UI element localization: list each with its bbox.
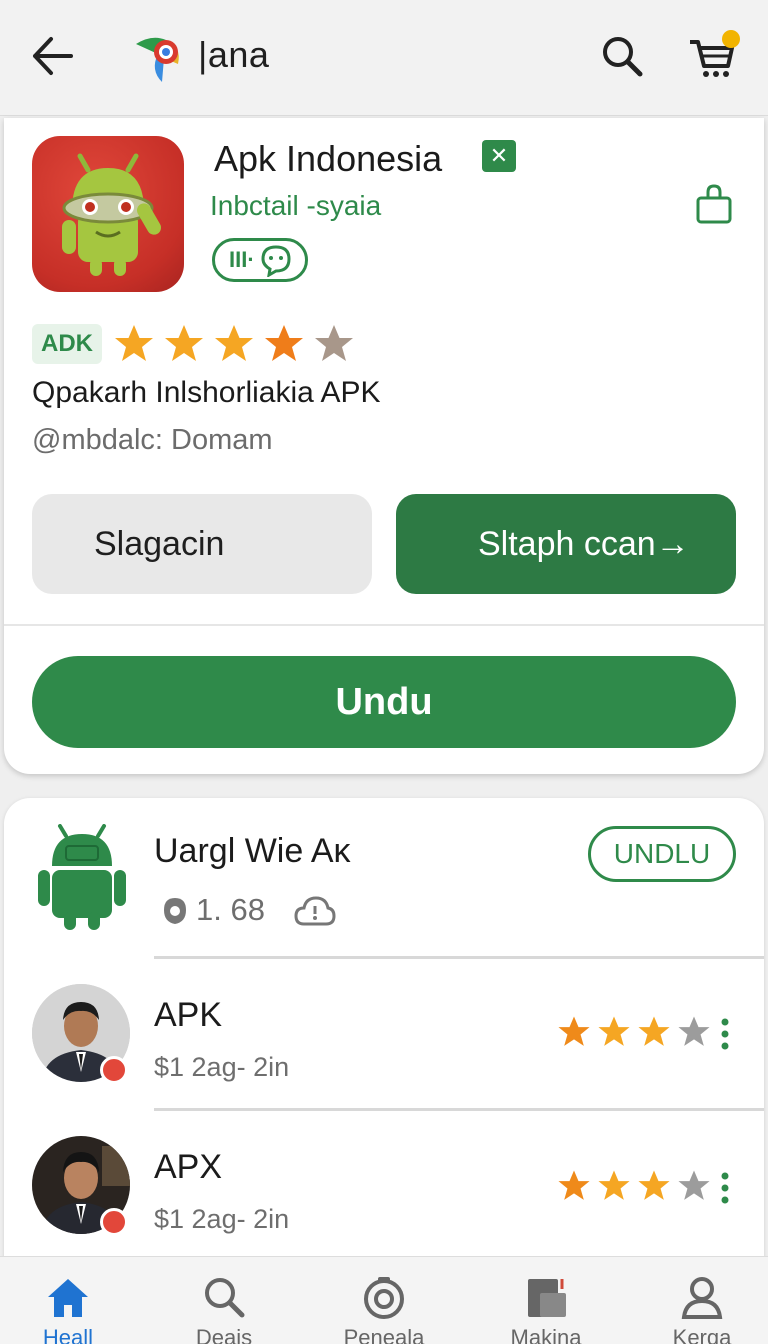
app-subtitle: Qpakarh Inlshorliakia APK	[32, 376, 381, 409]
developer-link[interactable]: Inbctail -syaia	[210, 190, 381, 222]
secondary-button[interactable]: Slagacin	[32, 494, 372, 594]
download-count-icon	[164, 898, 186, 924]
list-item[interactable]: APX $1 2ag- 2in	[4, 1112, 764, 1268]
nav-label: Deais	[195, 1325, 253, 1344]
search-icon	[205, 1278, 245, 1318]
nav-item-folder[interactable]: Makina	[484, 1257, 604, 1344]
app-rating	[112, 322, 356, 366]
android-icon	[38, 824, 126, 930]
star-empty-icon	[678, 1170, 710, 1200]
top-bar: |ana	[0, 0, 768, 116]
divider	[154, 1108, 764, 1111]
list-item-title: APK	[154, 996, 223, 1034]
app-icon	[32, 136, 184, 292]
star-icon	[598, 1016, 630, 1046]
list-item[interactable]: APK $1 2ag- 2in	[4, 958, 764, 1110]
item-rating	[556, 1014, 712, 1050]
nav-item-profile[interactable]: Kerqa	[640, 1257, 760, 1344]
more-vertical-icon[interactable]	[718, 1016, 732, 1052]
category-badge: ADK	[32, 324, 102, 364]
list-item-meta: $1 2ag- 2in	[154, 1052, 290, 1082]
nav-label: Kerqa	[672, 1325, 732, 1344]
share-icon[interactable]	[694, 182, 734, 224]
star-empty-icon	[315, 325, 353, 361]
star-icon	[638, 1016, 670, 1046]
folder-icon	[528, 1279, 566, 1317]
bottom-navigation: Heall Deais Peneala Makina Kerqa	[0, 1256, 768, 1344]
android-robot-icon	[62, 153, 161, 276]
star-icon	[215, 325, 253, 361]
divider	[4, 624, 764, 626]
chip-label: III·	[229, 247, 255, 272]
star-empty-icon	[678, 1016, 710, 1046]
list-item-title: APX	[154, 1148, 223, 1186]
notification-dot	[722, 30, 740, 48]
list-item-meta: 1. 68	[196, 892, 265, 927]
app-detail-card: Apk Indonesia ✕ Inbctail -syaia III· ADK…	[4, 118, 764, 774]
topbar-title: |ana	[198, 34, 270, 75]
status-badge	[100, 1208, 128, 1236]
more-vertical-icon[interactable]	[718, 1170, 732, 1206]
list-item[interactable]: Uargl Wie Aκ 1. 68 UNDLU	[4, 798, 764, 956]
nav-item-camera[interactable]: Peneala	[322, 1257, 442, 1344]
download-button[interactable]: Undu	[32, 656, 736, 748]
cloud-icon	[294, 896, 336, 926]
star-icon	[165, 325, 203, 361]
primary-button[interactable]: Sltaph ccan→	[396, 494, 736, 594]
star-icon	[558, 1016, 590, 1046]
app-name: Apk Indonesia	[214, 138, 443, 179]
nav-item-home[interactable]: Heall	[6, 1257, 126, 1344]
chat-icon	[261, 245, 291, 277]
list-item-meta: $1 2ag- 2in	[154, 1204, 290, 1234]
camera-icon	[364, 1277, 404, 1319]
star-icon	[115, 325, 153, 361]
nav-label: Heall	[42, 1325, 94, 1344]
nav-label: Makina	[510, 1325, 582, 1344]
arrow-left-icon	[33, 37, 73, 75]
browser-logo-icon[interactable]	[132, 30, 190, 84]
search-button[interactable]	[596, 30, 648, 82]
star-icon	[638, 1170, 670, 1200]
app-meta: @mbdalc: Domam	[32, 424, 273, 456]
nav-label: Peneala	[343, 1325, 425, 1344]
verified-badge: ✕	[482, 140, 516, 172]
star-icon	[558, 1170, 590, 1200]
item-rating	[556, 1168, 712, 1204]
status-badge	[100, 1056, 128, 1084]
feature-chip[interactable]: III·	[212, 238, 308, 282]
install-button[interactable]: UNDLU	[588, 826, 736, 882]
nav-item-search[interactable]: Deais	[162, 1257, 282, 1344]
star-icon	[265, 325, 303, 361]
list-item-title: Uargl Wie Aκ	[154, 832, 351, 870]
star-icon	[598, 1170, 630, 1200]
profile-icon	[681, 1277, 723, 1319]
related-apps-list: Uargl Wie Aκ 1. 68 UNDLU APK $1 2ag- 2in…	[4, 798, 764, 1268]
back-button[interactable]	[26, 30, 78, 82]
home-icon	[48, 1279, 88, 1317]
search-icon	[603, 37, 643, 77]
